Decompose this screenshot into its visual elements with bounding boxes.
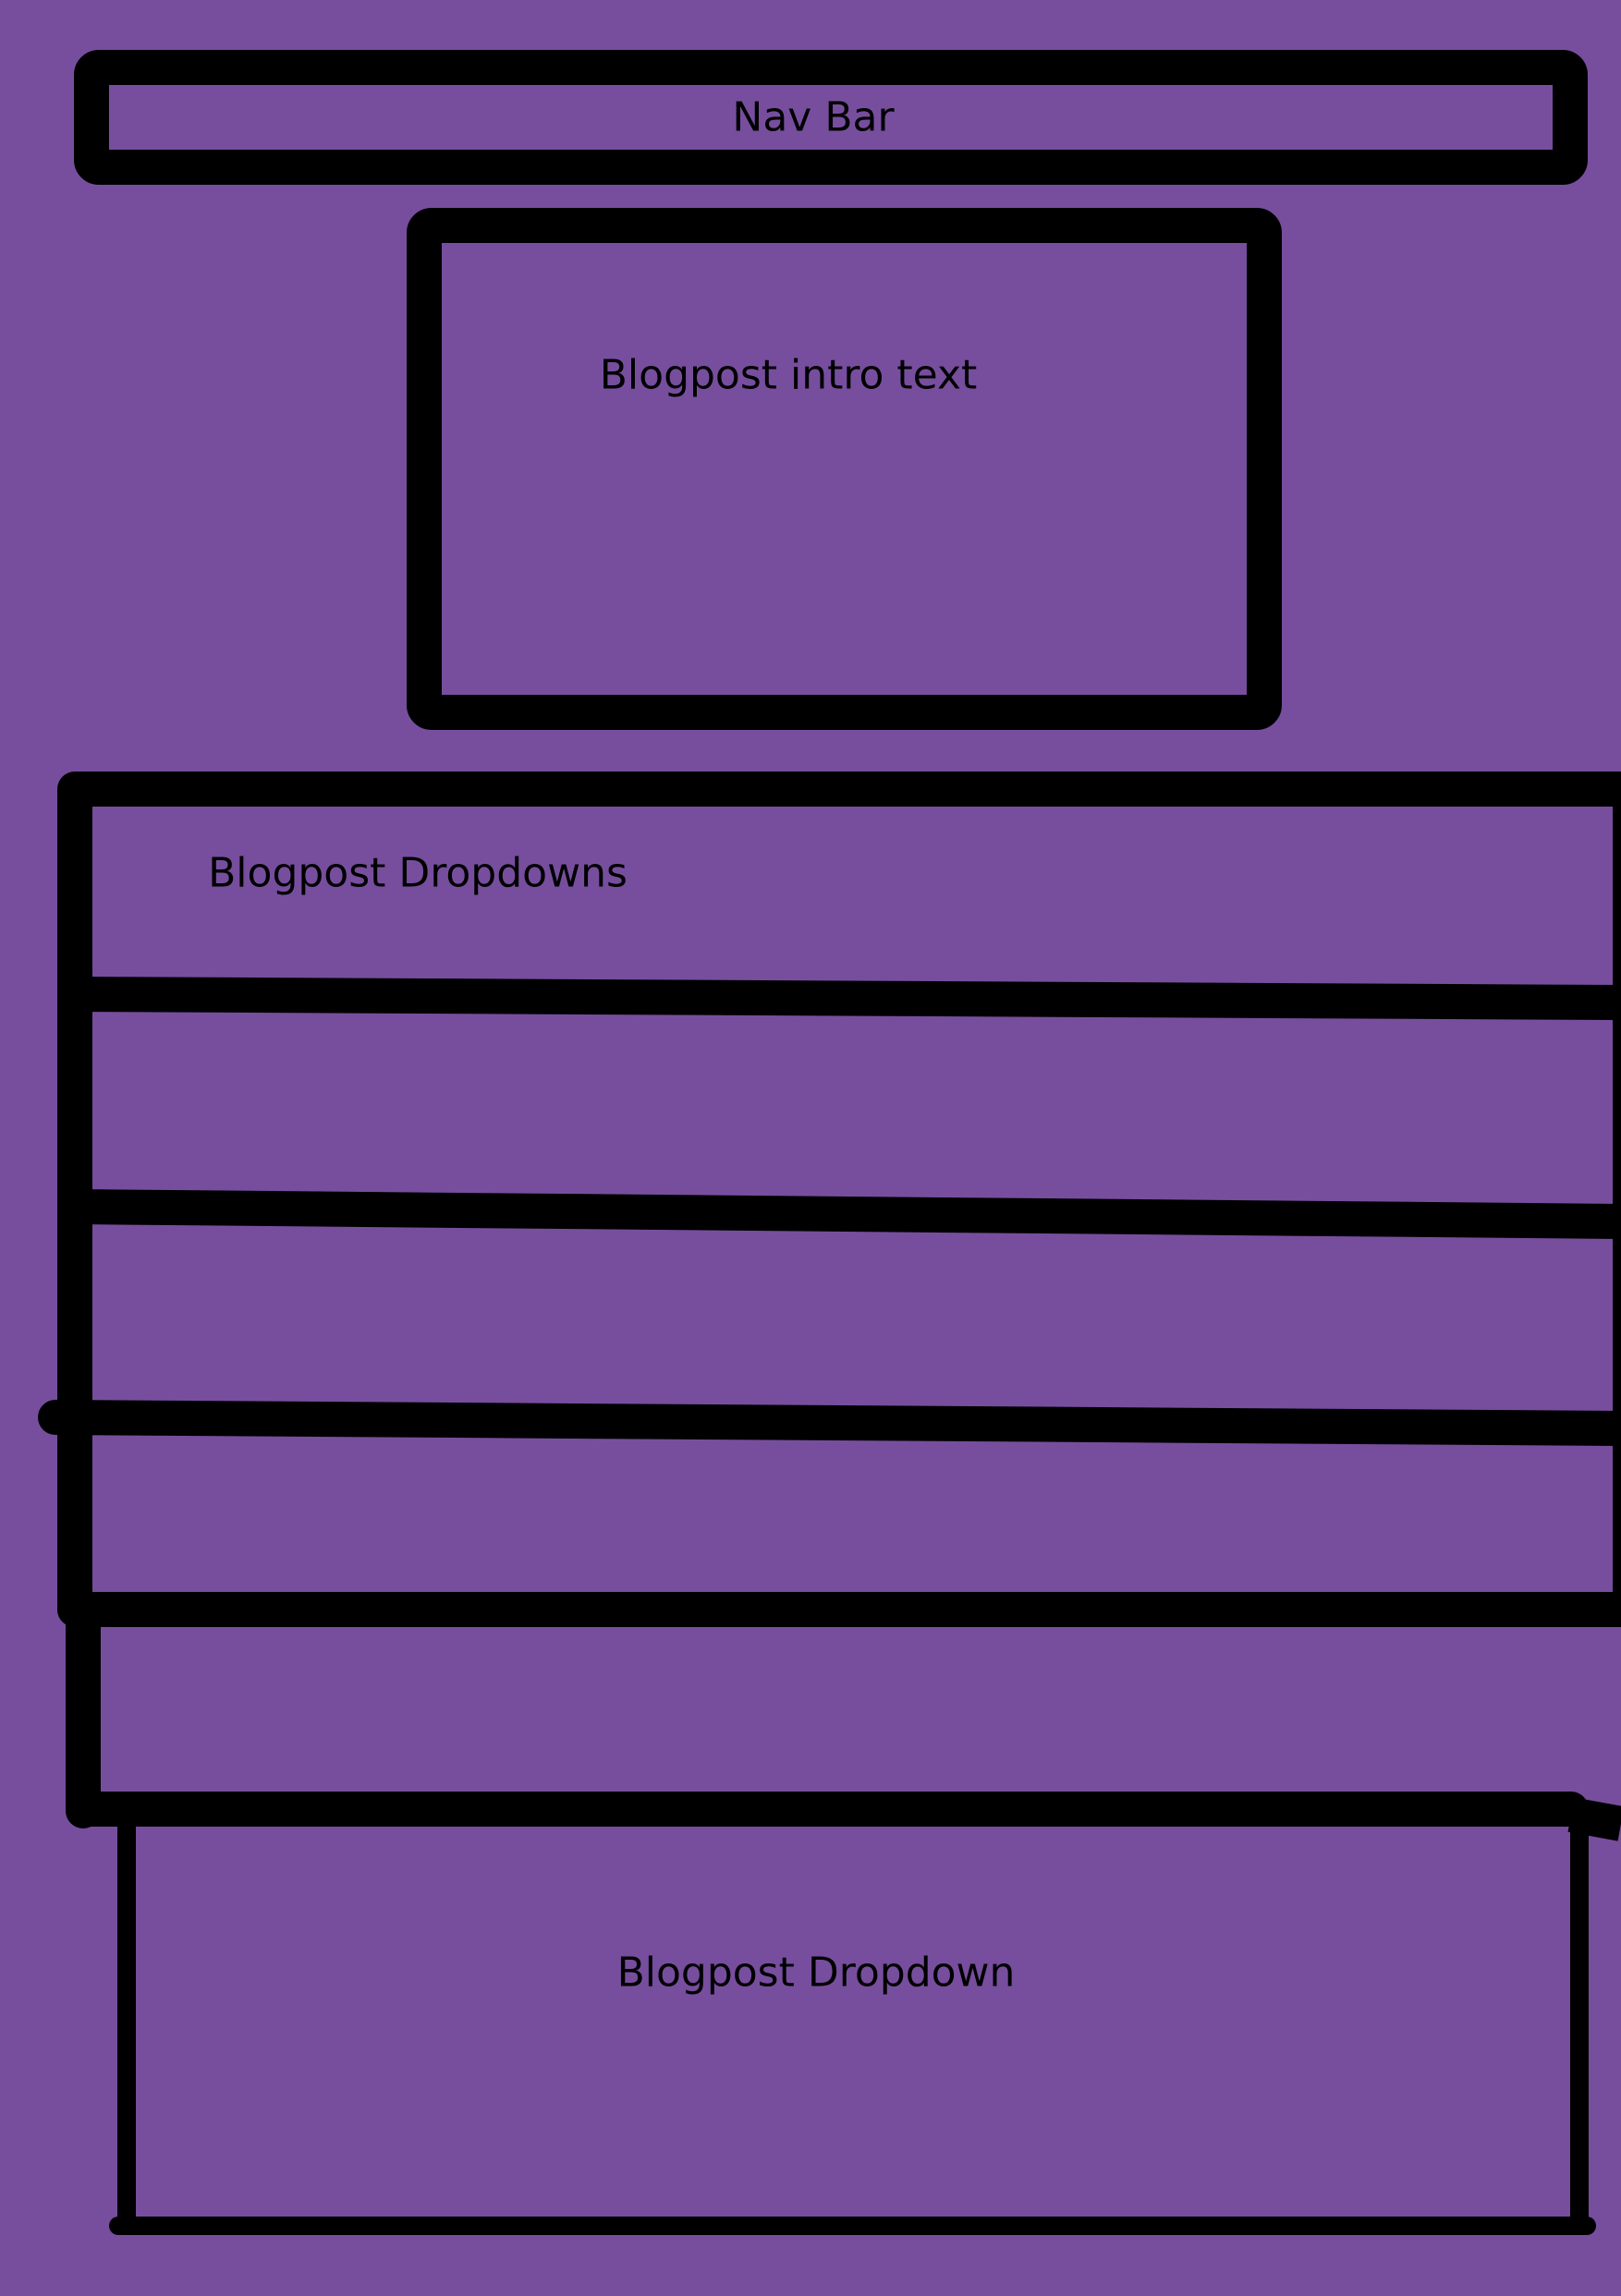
dropdown-divider [74,1189,1621,1239]
dropdown-divider [38,1400,1621,1446]
dropdown-expanded-label: Blogpost Dropdown [617,1950,1016,1997]
wireframe-canvas: Nav Bar Blogpost intro text Blogpost Dro… [0,0,1621,2291]
wireframe-drawing: Nav Bar Blogpost intro text Blogpost Dro… [0,0,1621,2291]
nav-bar-label: Nav Bar [732,94,895,141]
intro-box-label: Blogpost intro text [600,352,978,399]
dropdown-row[interactable] [92,1444,1608,1592]
dropdown-divider [74,977,1621,1020]
dropdown-row[interactable] [92,1233,1608,1403]
dropdowns-panel-label: Blogpost Dropdowns [208,850,628,897]
dropdown-row[interactable] [92,1016,1608,1197]
